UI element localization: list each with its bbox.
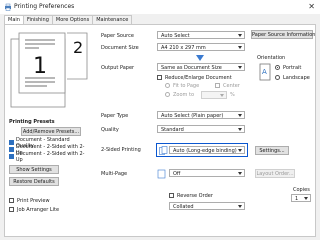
- two-sided-label: 2-Sided Printing: [101, 147, 141, 153]
- printer-icon: [5, 3, 11, 11]
- zoom-to-radio[interactable]: [165, 92, 170, 97]
- document-icon: [9, 147, 14, 152]
- page-preview: 1 2: [10, 32, 88, 108]
- paper-source-info-button[interactable]: Paper Source Information: [251, 30, 315, 39]
- tab-finishing[interactable]: Finishing: [22, 15, 53, 24]
- tab-bar: Main Finishing More Options Maintenance: [4, 15, 133, 25]
- output-paper-label: Output Paper: [101, 65, 135, 71]
- print-preview-label: Print Preview: [17, 198, 50, 204]
- main-panel: 1 2 Printing Presets Add/Remove Presets.…: [4, 24, 316, 237]
- paper-type-label: Paper Type: [101, 113, 129, 119]
- document-size-label: Document Size: [101, 45, 139, 51]
- two-sided-icon: [159, 146, 168, 155]
- window-title: Printing Preferences: [14, 3, 75, 10]
- portrait-page-icon: A: [259, 63, 271, 81]
- copies-field[interactable]: 1: [291, 194, 311, 202]
- fit-to-page-label: Fit to Page: [173, 83, 200, 89]
- reverse-order-label: Reverse Order: [177, 193, 213, 199]
- close-icon[interactable]: ✕: [308, 2, 315, 11]
- preview-page-1: 1: [33, 54, 47, 79]
- job-arranger-label: Job Arranger Lite: [17, 207, 60, 213]
- tab-more-options[interactable]: More Options: [51, 15, 94, 24]
- document-size-select[interactable]: A4 210 x 297 mm: [157, 43, 245, 51]
- arrow-down-icon: [196, 55, 204, 61]
- tab-maintenance[interactable]: Maintenance: [92, 15, 133, 24]
- orientation-label: Orientation: [257, 55, 286, 61]
- zoom-value-field[interactable]: [201, 91, 227, 99]
- presets-heading: Printing Presets: [9, 119, 55, 125]
- multi-page-label: Multi-Page: [101, 171, 128, 177]
- center-checkbox[interactable]: [215, 83, 220, 88]
- paper-source-select[interactable]: Auto Select: [157, 31, 245, 39]
- landscape-label: Landscape: [283, 75, 310, 81]
- multi-page-icon: [157, 169, 166, 179]
- list-item[interactable]: Document - 2-Sided with 2-Up: [9, 151, 89, 163]
- layout-order-button[interactable]: Layout Order...: [255, 169, 295, 178]
- portrait-label: Portrait: [283, 65, 302, 71]
- landscape-radio[interactable]: [275, 75, 280, 80]
- quality-label: Quality: [101, 127, 119, 133]
- center-label: Center: [223, 83, 240, 89]
- zoom-unit: %: [230, 92, 235, 98]
- document-icon: [9, 140, 14, 145]
- title-bar: Printing Preferences ✕: [0, 0, 320, 14]
- two-sided-select[interactable]: Auto (Long-edge binding): [169, 146, 245, 154]
- zoom-to-label: Zoom to: [173, 92, 195, 98]
- print-preview-checkbox[interactable]: [9, 198, 14, 203]
- job-arranger-checkbox[interactable]: [9, 207, 14, 212]
- add-remove-presets-button[interactable]: Add/Remove Presets...: [21, 127, 81, 136]
- two-sided-settings-button[interactable]: Settings...: [255, 146, 289, 155]
- paper-source-label: Paper Source: [101, 33, 134, 39]
- presets-list: Document - Standard Quality Document - 2…: [9, 137, 89, 163]
- collate-select[interactable]: Collated: [169, 202, 245, 210]
- multi-page-select[interactable]: Off: [169, 169, 245, 177]
- fit-to-page-radio[interactable]: [165, 83, 170, 88]
- show-settings-button[interactable]: Show Settings: [9, 165, 59, 174]
- portrait-radio[interactable]: [275, 65, 280, 70]
- paper-type-select[interactable]: Auto Select (Plain paper): [157, 111, 245, 119]
- copies-label: Copies: [293, 187, 310, 193]
- svg-text:A: A: [262, 68, 267, 76]
- output-paper-select[interactable]: Same as Document Size: [157, 63, 245, 71]
- restore-defaults-button[interactable]: Restore Defaults: [9, 177, 59, 186]
- reverse-order-checkbox[interactable]: [169, 193, 174, 198]
- reduce-enlarge-label: Reduce/Enlarge Document: [165, 75, 232, 81]
- preview-page-2: 2: [73, 38, 83, 57]
- reduce-enlarge-checkbox[interactable]: [157, 75, 162, 80]
- quality-select[interactable]: Standard: [157, 125, 245, 133]
- document-icon: [9, 154, 14, 159]
